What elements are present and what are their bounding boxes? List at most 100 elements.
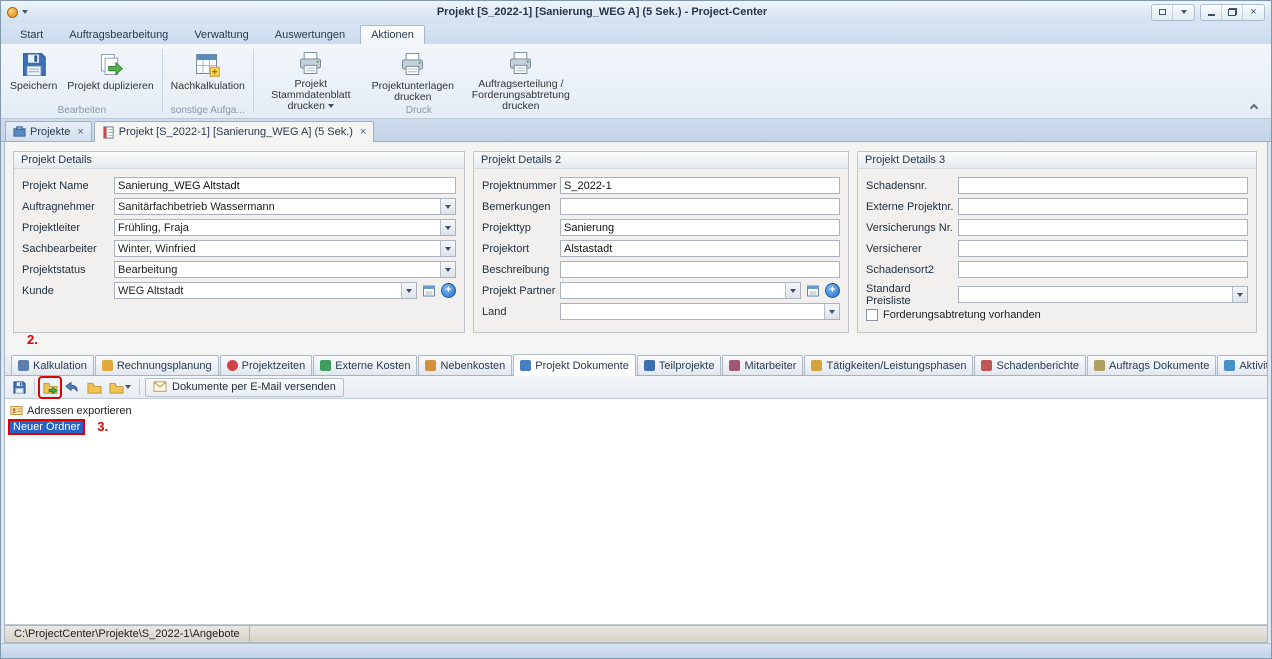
ribbon-tab-auswertungen[interactable]: Auswertungen (264, 25, 356, 44)
minimize-button[interactable] (1201, 5, 1222, 20)
field-label: Auftragnehmer (22, 201, 114, 213)
tree-item-adressen-exportieren[interactable]: Adressen exportieren (8, 403, 1264, 418)
projektort-input[interactable] (560, 240, 840, 257)
externe-projektnr-input[interactable] (958, 198, 1248, 215)
versicherungs-nr-input[interactable] (958, 219, 1248, 236)
bemerkungen-input[interactable] (560, 198, 840, 215)
order-documents-icon (1094, 360, 1105, 371)
field-label: Standard Preisliste (866, 283, 958, 307)
window-controls: × (1151, 4, 1265, 21)
forderungsabtretung-checkbox[interactable] (866, 309, 878, 321)
export-document-button[interactable] (40, 378, 60, 397)
tab-aktivitaeten[interactable]: Aktivitäten (1217, 355, 1268, 375)
ribbon-collapse-button[interactable] (1247, 100, 1261, 112)
open-folder-button[interactable] (84, 378, 104, 397)
projektunterlagen-drucken-button[interactable]: Projektunterlagen drucken (365, 46, 461, 104)
auftragserteilung-drucken-button[interactable]: Auftragserteilung / Forderungsabtretung … (461, 46, 581, 104)
groupbox-title: Projekt Details 2 (474, 152, 848, 169)
printer-icon (296, 49, 325, 78)
speichern-button[interactable]: Speichern (5, 46, 62, 104)
ribbon-body: Speichern Projekt duplizieren Bearbeiten (1, 44, 1271, 119)
projekt-duplizieren-button[interactable]: Projekt duplizieren (62, 46, 158, 104)
ribbon-tab-start[interactable]: Start (9, 25, 54, 44)
damage-report-icon (981, 360, 992, 371)
side-costs-icon (425, 360, 436, 371)
dropdown-arrow-icon[interactable] (440, 220, 455, 235)
tab-rechnungsplanung[interactable]: Rechnungsplanung (95, 355, 219, 375)
tab-externe-kosten[interactable]: Externe Kosten (313, 355, 417, 375)
window-bottom-frame (1, 643, 1271, 658)
tab-projekt-detail[interactable]: Projekt [S_2022-1] [Sanierung_WEG A] (5 … (94, 121, 375, 142)
dropdown-arrow-icon[interactable] (1232, 287, 1247, 302)
titlebar-tool-button-1[interactable] (1152, 5, 1173, 20)
undo-button[interactable] (62, 378, 82, 397)
dropdown-arrow-icon[interactable] (440, 199, 455, 214)
stammdatenblatt-drucken-button[interactable]: Projekt Stammdatenblatt drucken (257, 46, 365, 104)
ribbon-group-druck: Projekt Stammdatenblatt drucken Projektu… (257, 46, 581, 118)
projekt-name-input[interactable] (114, 177, 456, 194)
address-export-icon (10, 404, 23, 417)
close-button[interactable]: × (1243, 5, 1264, 20)
titlebar-tool-button-2[interactable] (1173, 5, 1194, 20)
open-record-icon (422, 284, 436, 298)
projektnummer-input[interactable] (560, 177, 840, 194)
save-icon (12, 380, 27, 395)
dropdown-arrow-icon[interactable] (440, 262, 455, 277)
schadensnr-input[interactable] (958, 177, 1248, 194)
partner-open-record-button[interactable] (805, 283, 821, 299)
dropdown-arrow-icon[interactable] (785, 283, 800, 298)
field-label: Sachbearbeiter (22, 243, 114, 255)
ribbon-tab-aktionen[interactable]: Aktionen (360, 25, 425, 44)
dropdown-arrow-icon[interactable] (824, 304, 839, 319)
app-icon[interactable] (7, 7, 18, 18)
auftragnehmer-select[interactable]: Sanitärfachbetrieb Wassermann (114, 198, 456, 215)
projekttyp-input[interactable] (560, 219, 840, 236)
schadensort2-input[interactable] (958, 261, 1248, 278)
tab-nebenkosten[interactable]: Nebenkosten (418, 355, 512, 375)
send-documents-email-button[interactable]: Dokumente per E-Mail versenden (145, 378, 344, 397)
tab-kalkulation[interactable]: Kalkulation (11, 355, 94, 375)
tab-auftrags-dokumente[interactable]: Auftrags Dokumente (1087, 355, 1216, 375)
tab-projekt-dokumente[interactable]: Projekt Dokumente (513, 354, 636, 376)
projects-icon (13, 125, 26, 138)
selected-tree-item-label[interactable]: Neuer Ordner (10, 421, 83, 433)
save-icon (19, 49, 48, 80)
land-select[interactable] (560, 303, 840, 320)
ribbon-tab-auftragsbearbeitung[interactable]: Auftragsbearbeitung (58, 25, 179, 44)
close-tab-icon[interactable]: × (77, 126, 83, 138)
dropdown-arrow-icon[interactable] (440, 241, 455, 256)
projekt-partner-select[interactable] (560, 282, 801, 299)
quick-access-dropdown-icon[interactable] (22, 10, 28, 14)
restore-button[interactable] (1222, 5, 1243, 20)
field-label: Projekt Name (22, 180, 114, 192)
toolbar-separator (139, 379, 140, 395)
kunde-open-record-button[interactable] (421, 283, 437, 299)
tab-schadenberichte[interactable]: Schadenberichte (974, 355, 1086, 375)
tab-projektzeiten[interactable]: Projektzeiten (220, 355, 313, 375)
dropdown-arrow-icon[interactable] (401, 283, 416, 298)
versicherer-input[interactable] (958, 240, 1248, 257)
save-document-button[interactable] (9, 378, 29, 397)
groupbox-projekt-details-3: Projekt Details 3 Schadensnr. Externe Pr… (857, 151, 1257, 333)
kunde-select[interactable]: WEG Altstadt (114, 282, 417, 299)
close-tab-icon[interactable]: × (360, 126, 366, 138)
kunde-add-button[interactable]: + (441, 283, 456, 298)
sachbearbeiter-select[interactable]: Winter, Winfried (114, 240, 456, 257)
tab-mitarbeiter[interactable]: Mitarbeiter (722, 355, 803, 375)
calculation-icon (193, 49, 222, 80)
nachkalkulation-button[interactable]: Nachkalkulation (166, 46, 250, 104)
projektleiter-select[interactable]: Frühling, Fraja (114, 219, 456, 236)
folder-dropdown-button[interactable] (106, 378, 134, 397)
project-document-icon (102, 126, 115, 139)
tab-projekte[interactable]: Projekte × (5, 121, 92, 141)
ribbon-tab-verwaltung[interactable]: Verwaltung (183, 25, 259, 44)
tree-item-neuer-ordner[interactable]: Neuer Ordner 3. (8, 419, 1264, 434)
tab-taetigkeiten-leistungsphasen[interactable]: Tätigkeiten/Leistungsphasen (804, 355, 973, 375)
projektstatus-select[interactable]: Bearbeitung (114, 261, 456, 278)
beschreibung-input[interactable] (560, 261, 840, 278)
partner-add-button[interactable]: + (825, 283, 840, 298)
tab-teilprojekte[interactable]: Teilprojekte (637, 355, 722, 375)
standard-preisliste-select[interactable] (958, 286, 1248, 303)
clock-icon (227, 360, 238, 371)
documents-tree[interactable]: Adressen exportieren Neuer Ordner 3. (5, 399, 1267, 625)
